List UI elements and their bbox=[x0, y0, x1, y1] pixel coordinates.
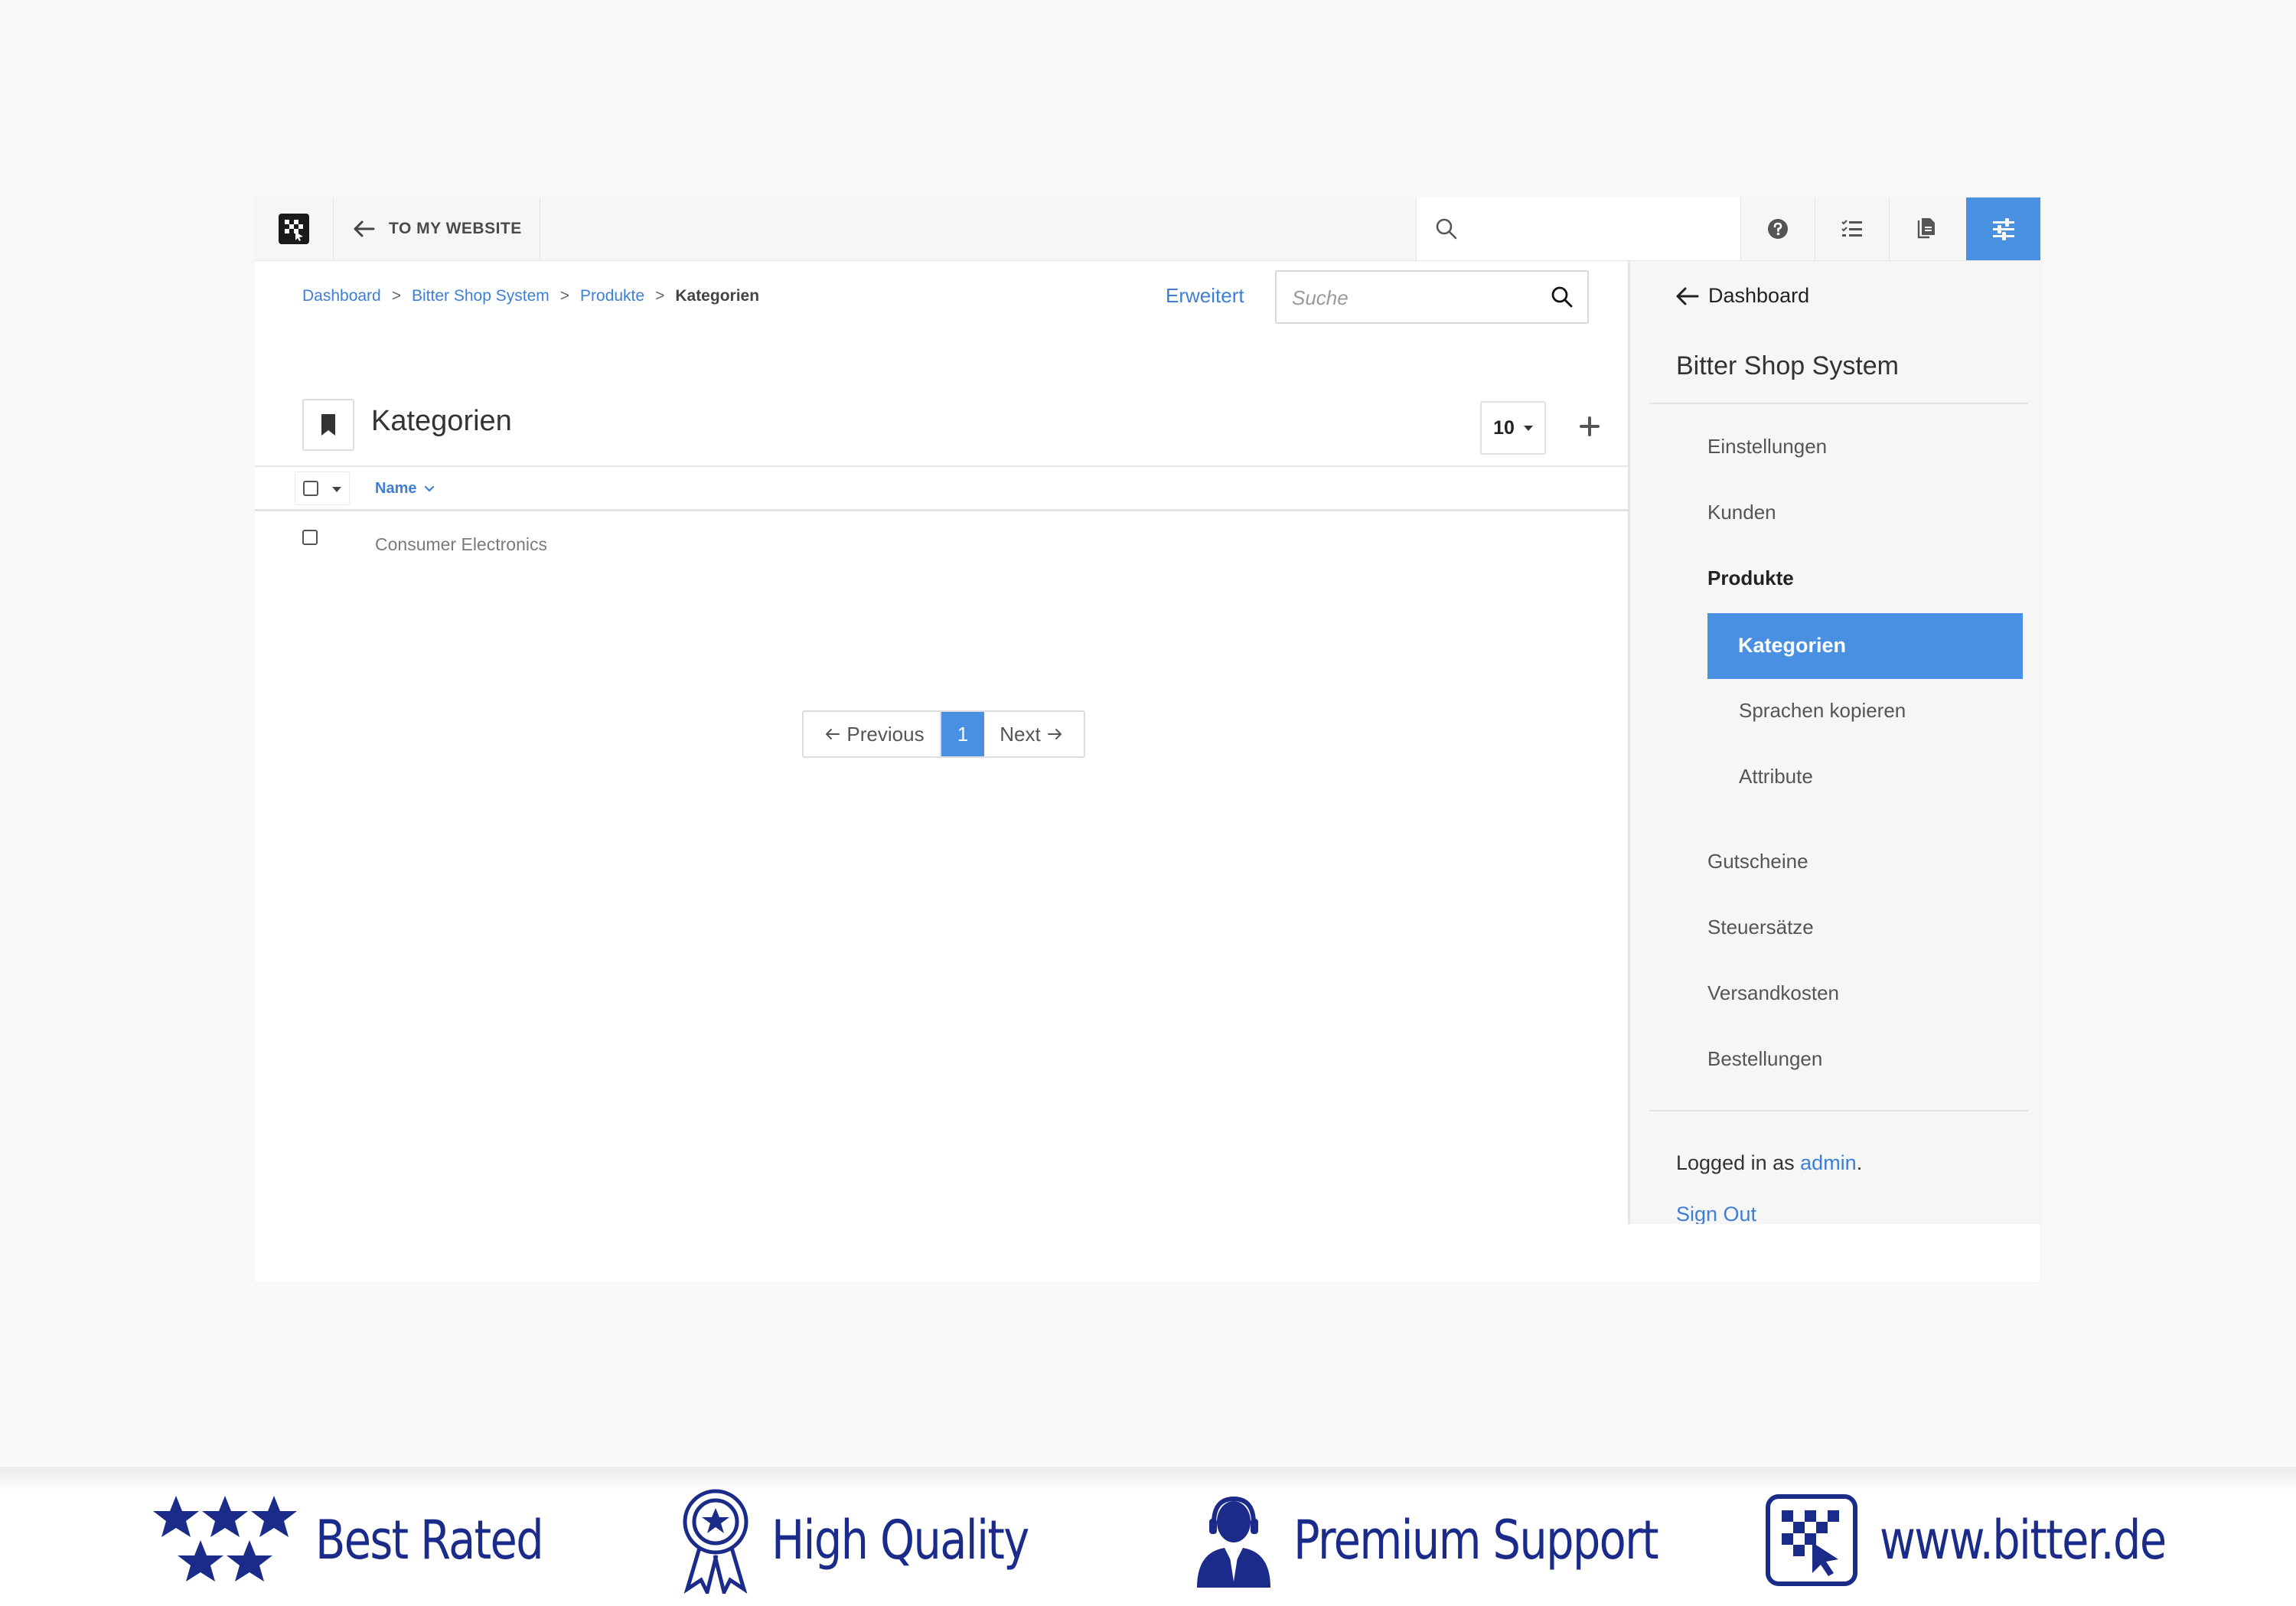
table-row[interactable]: Consumer Electronics bbox=[255, 517, 1628, 571]
feature-label: Best Rated bbox=[315, 1509, 544, 1572]
add-category-button[interactable] bbox=[1568, 405, 1611, 448]
plus-icon bbox=[1580, 416, 1600, 436]
previous-label: Previous bbox=[846, 722, 925, 746]
caret-down-icon[interactable] bbox=[332, 487, 341, 492]
chevron-down-icon bbox=[425, 485, 435, 492]
bitter-logo-icon bbox=[1766, 1494, 1857, 1586]
arrow-left-icon bbox=[826, 729, 840, 739]
previous-page-button[interactable]: Previous bbox=[804, 712, 941, 756]
pages-button[interactable] bbox=[1889, 197, 1963, 260]
search-input[interactable] bbox=[1290, 272, 1538, 324]
arrow-right-icon bbox=[1047, 729, 1062, 739]
global-search[interactable] bbox=[1416, 197, 1740, 260]
award-ribbon-icon bbox=[683, 1489, 748, 1594]
bookmark-icon bbox=[321, 414, 335, 436]
sidebar-item-bestellungen[interactable]: Bestellungen bbox=[1707, 1047, 1822, 1071]
sidebar-item-produkte[interactable]: Produkte bbox=[1707, 566, 1794, 590]
app-logo[interactable] bbox=[255, 197, 334, 260]
feature-label: High Quality bbox=[771, 1509, 1029, 1572]
breadcrumb-bitter-shop-system[interactable]: Bitter Shop System bbox=[412, 287, 550, 305]
sidebar-item-versandkosten[interactable]: Versandkosten bbox=[1707, 981, 1839, 1005]
top-toolbar: TO MY WEBSITE bbox=[255, 197, 2040, 261]
feature-label: www.bitter.de bbox=[1880, 1509, 2167, 1572]
admin-user-link[interactable]: admin bbox=[1800, 1151, 1857, 1174]
page-1-button[interactable]: 1 bbox=[941, 712, 984, 756]
to-my-website-label: TO MY WEBSITE bbox=[389, 220, 522, 237]
sign-out-link[interactable]: Sign Out bbox=[1676, 1203, 1756, 1224]
settings-sliders-button[interactable] bbox=[1966, 197, 2040, 260]
row-name[interactable]: Consumer Electronics bbox=[375, 534, 547, 555]
breadcrumb-current: Kategorien bbox=[675, 287, 760, 305]
page-title: Kategorien bbox=[371, 405, 512, 437]
logo-icon bbox=[279, 214, 309, 244]
sidebar-item-kategorien[interactable]: Kategorien bbox=[1707, 613, 2023, 679]
arrow-left-icon bbox=[1676, 287, 1699, 305]
right-sidebar: Dashboard Bitter Shop System Einstellung… bbox=[1628, 261, 2040, 1224]
select-all-checkbox[interactable] bbox=[303, 481, 318, 496]
sidebar-title: Bitter Shop System bbox=[1676, 351, 1900, 380]
search-icon bbox=[1436, 218, 1457, 240]
breadcrumb-separator: > bbox=[655, 287, 665, 305]
support-agent-icon bbox=[1197, 1496, 1270, 1588]
breadcrumb-separator: > bbox=[391, 287, 401, 305]
sidebar-back-dashboard[interactable]: Dashboard bbox=[1676, 284, 1809, 308]
breadcrumb-dashboard[interactable]: Dashboard bbox=[302, 287, 381, 305]
main-content: Dashboard > Bitter Shop System > Produkte > Ka… bbox=[255, 261, 1628, 1282]
breadcrumb-separator: > bbox=[559, 287, 570, 305]
sidebar-item-sprachen-kopieren[interactable]: Sprachen kopieren bbox=[1739, 699, 1906, 723]
search-box bbox=[1275, 270, 1589, 324]
logged-in-suffix: . bbox=[1856, 1151, 1863, 1174]
logged-in-prefix: Logged in as bbox=[1676, 1151, 1795, 1174]
question-circle-icon bbox=[1768, 219, 1788, 239]
copy-document-icon bbox=[1917, 218, 1935, 239]
feature-website: www.bitter.de bbox=[1765, 1487, 2229, 1594]
checklist-icon bbox=[1841, 220, 1862, 237]
sidebar-item-einstellungen[interactable]: Einstellungen bbox=[1707, 435, 1827, 459]
arrow-left-icon bbox=[354, 220, 375, 237]
feature-premium-support: Premium Support bbox=[1194, 1487, 1737, 1594]
help-button[interactable] bbox=[1740, 197, 1815, 260]
per-page-select[interactable]: 10 bbox=[1480, 401, 1546, 455]
advanced-search-link[interactable]: Erweitert bbox=[1166, 284, 1244, 308]
sidebar-item-gutscheine[interactable]: Gutscheine bbox=[1707, 850, 1808, 873]
sidebar-item-steuersaetze[interactable]: Steuersätze bbox=[1707, 916, 1814, 939]
row-checkbox[interactable] bbox=[302, 530, 318, 545]
feature-label: Premium Support bbox=[1293, 1509, 1659, 1572]
sidebar-item-label: Kategorien bbox=[1738, 634, 1847, 657]
to-my-website-link[interactable]: TO MY WEBSITE bbox=[334, 197, 540, 260]
feature-banner: Best Rated High Quality Premium Support bbox=[0, 1467, 2296, 1606]
divider bbox=[1649, 403, 2028, 404]
sidebar-item-attribute[interactable]: Attribute bbox=[1739, 765, 1813, 788]
pagination: Previous 1 Next bbox=[802, 710, 1085, 758]
caret-down-icon bbox=[1523, 425, 1533, 431]
sliders-icon bbox=[1992, 218, 2014, 240]
table-header: Name bbox=[255, 465, 1628, 511]
column-header-name[interactable]: Name bbox=[375, 480, 435, 498]
sidebar-item-kunden[interactable]: Kunden bbox=[1707, 501, 1776, 524]
app-window: TO MY WEBSITE Dashboard > Bitter Shop Sy… bbox=[255, 197, 2040, 1282]
next-label: Next bbox=[1000, 722, 1041, 746]
next-page-button[interactable]: Next bbox=[984, 712, 1084, 756]
search-button[interactable] bbox=[1551, 286, 1574, 312]
page-number: 1 bbox=[957, 722, 969, 746]
divider bbox=[1649, 1110, 2028, 1111]
breadcrumb: Dashboard > Bitter Shop System > Produkte > Ka… bbox=[302, 287, 759, 305]
bulk-select-dropdown[interactable] bbox=[295, 472, 350, 505]
tasks-button[interactable] bbox=[1815, 197, 1889, 260]
per-page-value: 10 bbox=[1493, 416, 1515, 439]
feature-high-quality: High Quality bbox=[680, 1487, 1084, 1594]
stars-icon bbox=[153, 1496, 297, 1582]
column-name-label: Name bbox=[375, 480, 417, 497]
logged-in-status: Logged in as admin. bbox=[1676, 1151, 1862, 1175]
bookmark-button[interactable] bbox=[302, 399, 354, 451]
feature-best-rated: Best Rated bbox=[152, 1487, 592, 1594]
breadcrumb-produkte[interactable]: Produkte bbox=[580, 287, 644, 305]
sidebar-back-label: Dashboard bbox=[1708, 284, 1810, 307]
search-icon bbox=[1551, 286, 1573, 308]
